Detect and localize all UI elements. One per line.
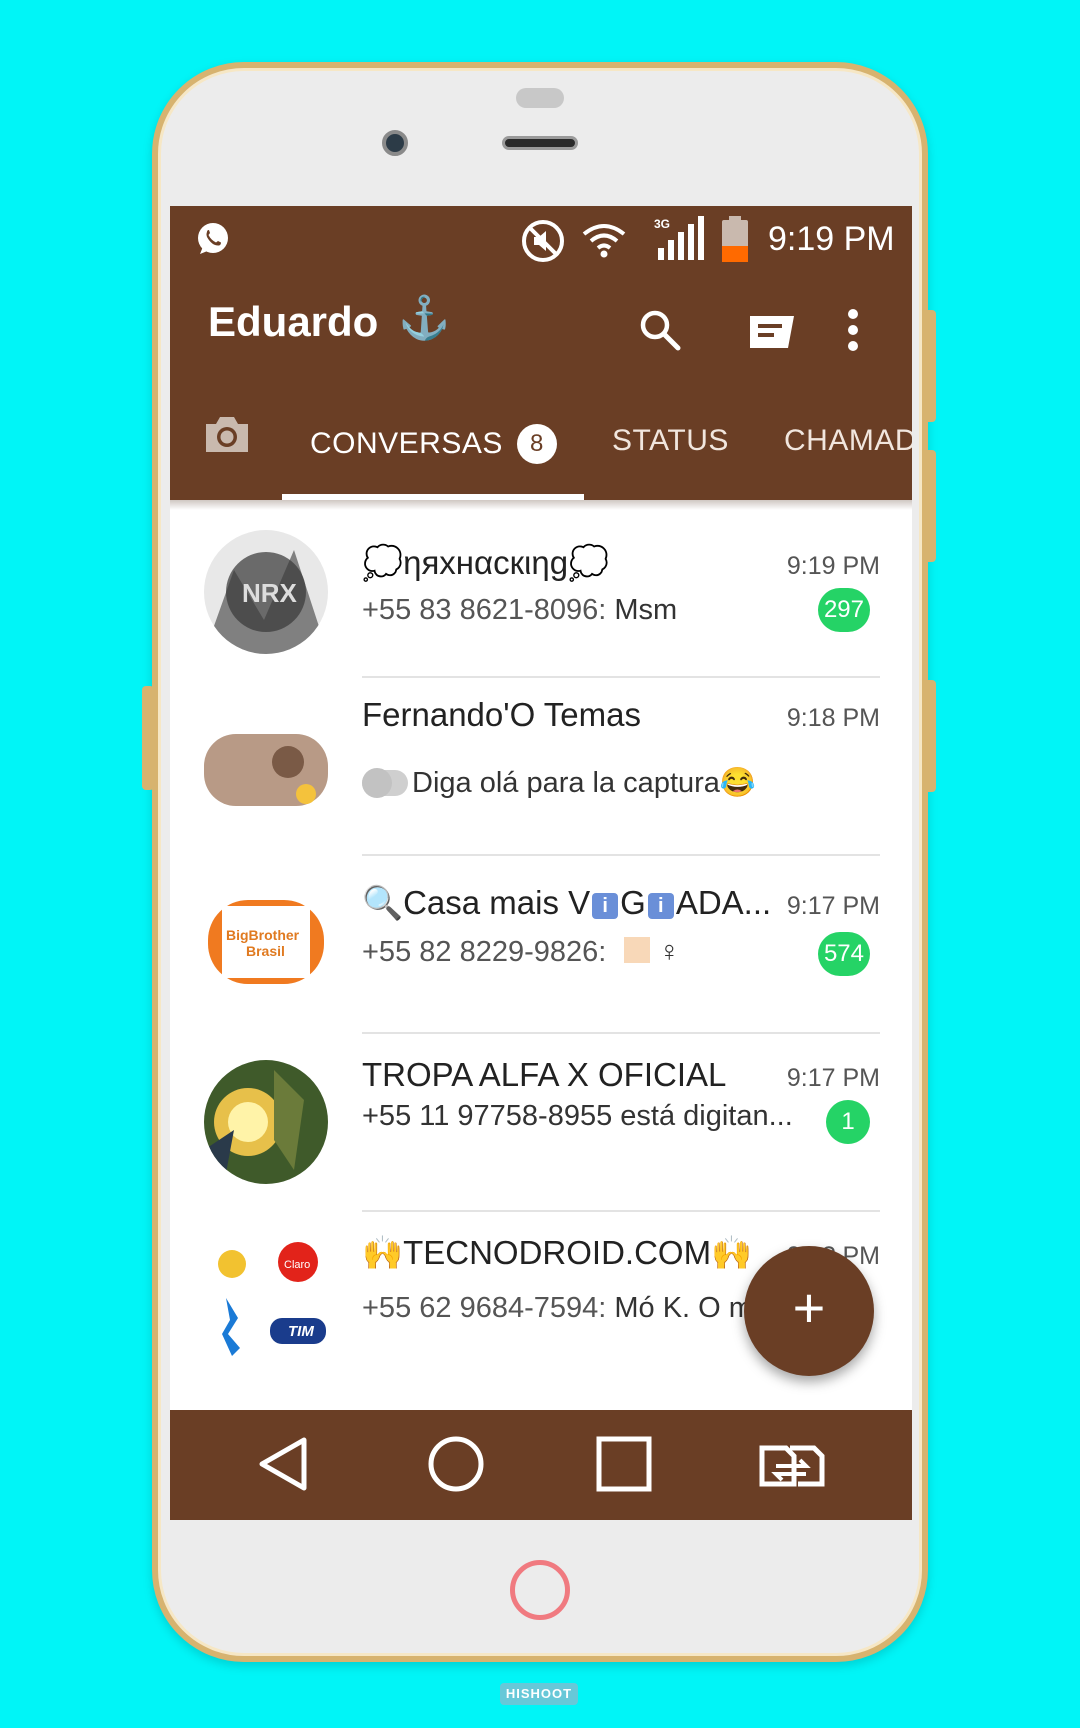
chat-row[interactable]: NRX 💭ηяxнαcкιηg💭 9:19 PM +55 83 8621-809… [170,500,912,678]
new-conversation-fab[interactable]: + [744,1246,874,1376]
sound-off-icon [520,218,566,269]
svg-text:3G: 3G [654,217,670,231]
volume-up-button [924,310,936,422]
status-bar: 3G 9:19 PM [170,206,912,270]
info-emoji-box: i [647,893,674,919]
name-part: G [620,884,646,921]
chat-name: 🙌TECNODROID.COM🙌 [362,1234,753,1271]
status-time: 9:19 PM [768,220,895,258]
svg-text:Claro: Claro [284,1259,310,1271]
tab-chamadas[interactable]: CHAMADAS [784,424,912,458]
top-sensor [516,88,564,108]
message-body: ♀ [658,936,681,968]
message-body: Diga olá para la captura😂 [412,767,757,799]
chat-name: TROPA ALFA X OFICIAL [362,1056,727,1093]
navigation-bar [170,1410,912,1520]
message-sender: +55 62 9684-7594: [362,1292,607,1324]
search-icon[interactable] [638,308,682,357]
unread-count-badge: 297 [817,588,870,632]
unread-chats-badge: 8 [516,424,557,464]
app-bar: Eduardo ⚓ [170,270,912,382]
svg-text:Brasil: Brasil [246,943,285,959]
hishoot-watermark: HISHOOT [500,1683,578,1705]
avatar: NRX [204,530,328,654]
tab-status[interactable]: STATUS [612,424,729,458]
camera-icon[interactable] [202,412,252,461]
svg-text:NRX: NRX [242,578,298,608]
chat-time: 9:18 PM [786,704,880,732]
power-button [924,680,936,792]
home-icon[interactable] [426,1434,486,1499]
chat-message: +55 83 8621-8096: Msm [362,594,677,627]
unread-count-badge: 1 [826,1100,870,1144]
chat-row[interactable]: TROPA ALFA X OFICIAL 9:17 PM +55 11 9775… [170,1034,912,1212]
name-part: 🔍Casa mais V [362,884,591,921]
more-options-icon[interactable] [846,308,860,357]
app-title: Eduardo [208,298,379,345]
message-body: Mó K. O m [614,1292,753,1324]
chat-row[interactable]: BigBrother Brasil 🔍Casa mais Vi Gi ADA... 9… [170,856,912,1034]
battery-low-icon [720,216,750,267]
wifi-icon [580,220,628,263]
whatsapp-notification-icon [194,220,232,263]
chat-time: 9:19 PM [786,552,880,580]
unread-count-badge: 574 [817,932,870,976]
chat-name: 🔍Casa mais Vi Gi ADA... [362,884,771,923]
chat-message: +55 11 97758-8955 está digitan... [362,1100,793,1133]
avatar [204,1060,328,1184]
front-camera [382,130,408,156]
chat-time: 9:17 PM [786,1064,880,1092]
earpiece-speaker [502,136,578,150]
chat-message: +55 62 9684-7594: Mó K. O m [362,1292,753,1325]
message-body: +55 11 97758-8955 está digitan... [362,1100,793,1132]
avatar: Claro TIM [204,1238,328,1362]
chat-message: +55 82 8229-9826: ♀ [362,936,680,969]
message-sender: +55 82 8229-9826: [362,936,607,968]
skin-tone-emoji [624,937,651,963]
tab-conversas[interactable]: CONVERSAS 8 [310,424,557,464]
svg-text:BigBrother: BigBrother [226,927,300,943]
side-button-left [142,686,154,790]
chat-message: Diga olá para la captura😂 [362,766,756,800]
chat-row[interactable]: Fernando'O Temas 9:18 PM Diga olá para l… [170,678,912,856]
chat-time: 9:17 PM [786,892,880,920]
switch-sim-icon[interactable] [756,1434,828,1499]
avatar [204,706,328,830]
tab-bar: CONVERSAS 8 STATUS CHAMADAS [170,382,912,500]
name-part: ADA... [675,884,772,921]
home-key[interactable] [510,1560,570,1620]
svg-text:TIM: TIM [288,1323,314,1340]
screen: 3G 9:19 PM Eduardo ⚓ CONVERSAS 8 STATUS C… [170,206,912,1520]
chat-name: 💭ηяxнαcкιηg💭 [362,544,610,581]
cell-signal-icon: 3G [654,216,704,267]
back-icon[interactable] [256,1434,310,1499]
anchor-emoji: ⚓ [398,294,451,341]
avatar: BigBrother Brasil [204,880,328,1004]
recents-icon[interactable] [594,1434,654,1499]
new-chat-icon[interactable] [746,312,798,357]
volume-down-button [924,450,936,562]
chat-name: Fernando'O Temas [362,696,642,733]
message-sender: +55 83 8621-8096: [362,594,607,626]
toggle-emoji [362,768,408,798]
message-body: Msm [614,594,678,626]
info-emoji-box: i [592,893,619,919]
tab-conversas-label: CONVERSAS [310,427,503,460]
